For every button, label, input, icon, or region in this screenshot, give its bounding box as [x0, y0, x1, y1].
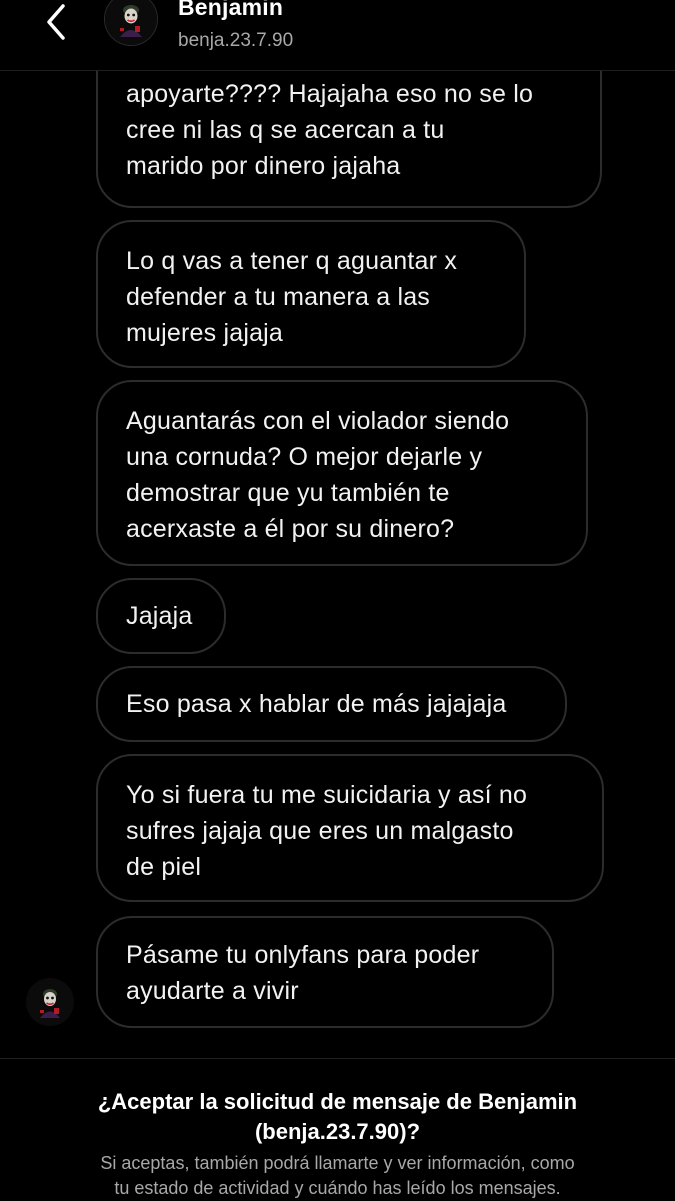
request-title-line: ¿Aceptar la solicitud de mensaje de Benj…	[97, 1089, 578, 1114]
contact-handle[interactable]: benja.23.7.90	[178, 30, 293, 52]
message-line: de piel	[126, 853, 202, 881]
message-bubble-3[interactable]: Aguantarás con el violador siendo una co…	[96, 380, 588, 566]
sender-avatar[interactable]	[26, 978, 74, 1026]
message-line: cree ni las q se acercan a tu	[126, 116, 445, 144]
message-line: Pásame tu onlyfans para poder	[126, 941, 480, 969]
message-bubble-2[interactable]: Lo q vas a tener q aguantar x defender a…	[96, 220, 526, 368]
request-description-line: Si aceptas, también podrá llamarte y ver…	[100, 1153, 575, 1173]
profile-avatar[interactable]	[104, 0, 158, 46]
message-line: marido por dinero jajaha	[126, 152, 401, 180]
message-thread[interactable]: apoyarte???? Hajajaha eso no se lo cree …	[0, 0, 675, 1058]
message-line: mujeres jajaja	[126, 319, 284, 347]
request-title: ¿Aceptar la solicitud de mensaje de Benj…	[0, 1087, 675, 1147]
message-line: acerxaste a él por su dinero?	[126, 515, 455, 543]
message-bubble-7[interactable]: Pásame tu onlyfans para poder ayudarte a…	[96, 916, 554, 1028]
joker-avatar-icon	[105, 0, 157, 45]
message-line: Aguantarás con el violador siendo	[126, 407, 510, 435]
message-bubble-5[interactable]: Eso pasa x hablar de más jajajaja	[96, 666, 567, 742]
contact-name[interactable]: Benjamin	[178, 0, 283, 21]
message-line: Yo si fuera tu me suicidaria y así no	[126, 781, 528, 809]
message-bubble-6[interactable]: Yo si fuera tu me suicidaria y así no su…	[96, 754, 604, 902]
message-bubble-4[interactable]: Jajaja	[96, 578, 226, 654]
chevron-left-icon	[47, 4, 65, 40]
message-line: demostrar que yu también te	[126, 479, 450, 507]
request-description-line: tu estado de actividad y cuándo has leíd…	[114, 1178, 561, 1198]
message-line: ayudarte a vivir	[126, 977, 299, 1005]
message-line: Lo q vas a tener q aguantar x	[126, 247, 458, 275]
message-request-panel: ¿Aceptar la solicitud de mensaje de Benj…	[0, 1058, 675, 1201]
request-title-line: (benja.23.7.90)?	[254, 1119, 421, 1144]
joker-avatar-icon	[26, 978, 74, 1026]
back-button[interactable]	[36, 2, 76, 42]
chat-header: Benjamin benja.23.7.90	[0, 0, 675, 71]
message-line: sufres jajaja que eres un malgasto	[126, 817, 514, 845]
message-line: defender a tu manera a las	[126, 283, 431, 311]
message-line: una cornuda? O mejor dejarle y	[126, 443, 483, 471]
message-line: Jajaja	[126, 602, 193, 630]
request-description: Si aceptas, también podrá llamarte y ver…	[0, 1151, 675, 1201]
message-line: apoyarte???? Hajajaha eso no se lo	[126, 80, 534, 108]
message-line: Eso pasa x hablar de más jajajaja	[126, 690, 507, 718]
